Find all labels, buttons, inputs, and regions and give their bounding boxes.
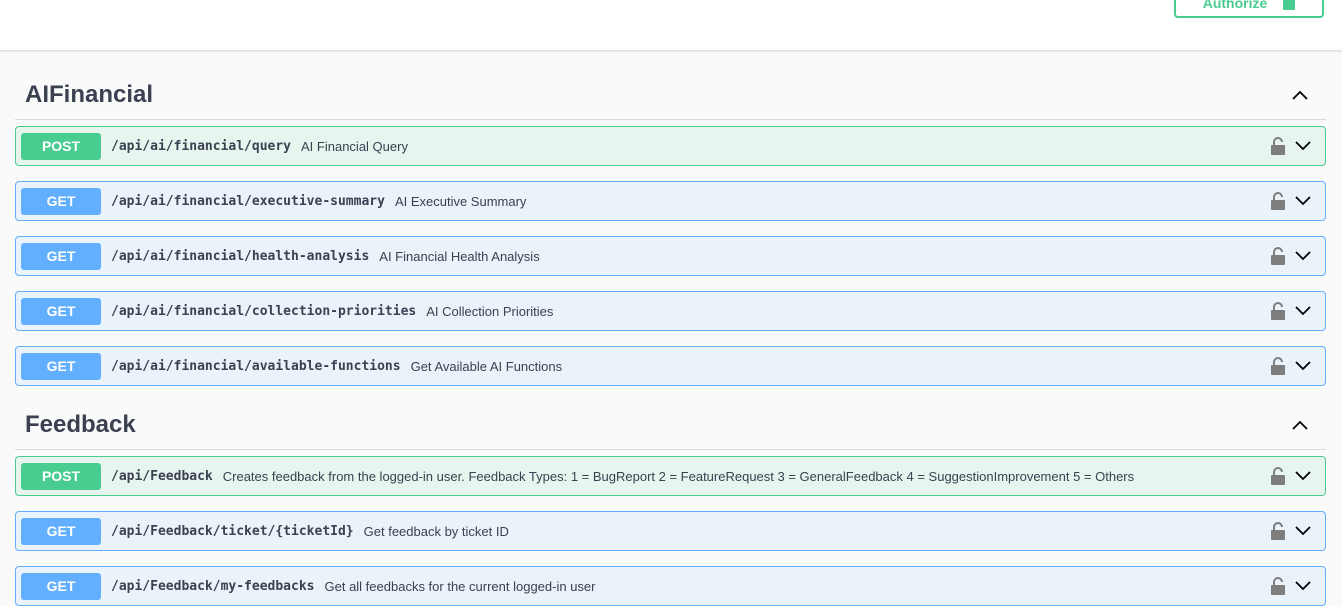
chevron-down-icon[interactable] — [1293, 466, 1313, 486]
operation-row[interactable]: GET /api/ai/financial/executive-summary … — [15, 181, 1326, 221]
operation-summary: AI Collection Priorities — [426, 303, 554, 319]
operation-path: /api/Feedback — [111, 468, 213, 484]
operation-row[interactable]: POST /api/ai/financial/query AI Financia… — [15, 126, 1326, 166]
lock-icon[interactable] — [1271, 467, 1285, 485]
lock-icon[interactable] — [1271, 137, 1285, 155]
operation-path: /api/Feedback/my-feedbacks — [111, 578, 315, 594]
lock-icon — [1283, 0, 1296, 10]
method-badge: POST — [21, 462, 101, 490]
section-aifinancial: AIFinancial — [15, 70, 1326, 120]
lock-icon[interactable] — [1271, 247, 1285, 265]
operation-row[interactable]: GET /api/ai/financial/health-analysis AI… — [15, 236, 1326, 276]
lock-icon[interactable] — [1271, 302, 1285, 320]
chevron-down-icon[interactable] — [1293, 191, 1313, 211]
top-bar: Authorize — [0, 0, 1342, 51]
operation-summary: Get all feedbacks for the current logged… — [324, 578, 596, 594]
operation-summary: AI Executive Summary — [394, 193, 527, 209]
operation-row[interactable]: GET /api/ai/financial/collection-priorit… — [15, 291, 1326, 331]
authorize-label: Authorize — [1202, 0, 1268, 11]
chevron-up-icon[interactable] — [1290, 85, 1310, 105]
method-badge: GET — [21, 352, 101, 380]
method-badge: GET — [21, 297, 101, 325]
chevron-up-icon[interactable] — [1290, 415, 1310, 435]
operation-path: /api/ai/financial/health-analysis — [111, 248, 370, 264]
method-badge: GET — [21, 187, 101, 215]
operation-summary: Creates feedback from the logged-in user… — [222, 468, 1135, 484]
operation-summary: AI Financial Health Analysis — [379, 248, 540, 264]
section-feedback: Feedback — [15, 400, 1326, 450]
method-badge: GET — [21, 517, 101, 545]
operation-path: /api/ai/financial/collection-priorities — [111, 303, 417, 319]
chevron-down-icon[interactable] — [1293, 136, 1313, 156]
operation-row[interactable]: POST /api/Feedback Creates feedback from… — [15, 456, 1326, 496]
operation-row[interactable]: GET /api/ai/financial/available-function… — [15, 346, 1326, 386]
operation-summary: Get Available AI Functions — [410, 358, 563, 374]
operation-path: /api/ai/financial/executive-summary — [111, 193, 385, 209]
lock-icon[interactable] — [1271, 577, 1285, 595]
section-header[interactable]: AIFinancial — [15, 70, 1326, 120]
operation-summary: AI Financial Query — [301, 138, 408, 154]
chevron-down-icon[interactable] — [1293, 356, 1313, 376]
operation-path: /api/ai/financial/query — [111, 138, 292, 154]
operation-row[interactable]: GET /api/Feedback/my-feedbacks Get all f… — [15, 566, 1326, 606]
lock-icon[interactable] — [1271, 192, 1285, 210]
section-title[interactable]: Feedback — [15, 411, 136, 439]
authorize-button[interactable]: Authorize — [1174, 0, 1324, 18]
chevron-down-icon[interactable] — [1293, 246, 1313, 266]
operation-path: /api/Feedback/ticket/{ticketId} — [111, 523, 354, 539]
operation-summary: Get feedback by ticket ID — [363, 523, 509, 539]
operation-row[interactable]: GET /api/Feedback/ticket/{ticketId} Get … — [15, 511, 1326, 551]
method-badge: GET — [21, 242, 101, 270]
lock-icon[interactable] — [1271, 522, 1285, 540]
operation-path: /api/ai/financial/available-functions — [111, 358, 401, 374]
chevron-down-icon[interactable] — [1293, 521, 1313, 541]
chevron-down-icon[interactable] — [1293, 301, 1313, 321]
method-badge: POST — [21, 132, 101, 160]
lock-icon[interactable] — [1271, 357, 1285, 375]
section-title[interactable]: AIFinancial — [15, 81, 153, 109]
chevron-down-icon[interactable] — [1293, 576, 1313, 596]
section-header[interactable]: Feedback — [15, 400, 1326, 450]
method-badge: GET — [21, 572, 101, 600]
